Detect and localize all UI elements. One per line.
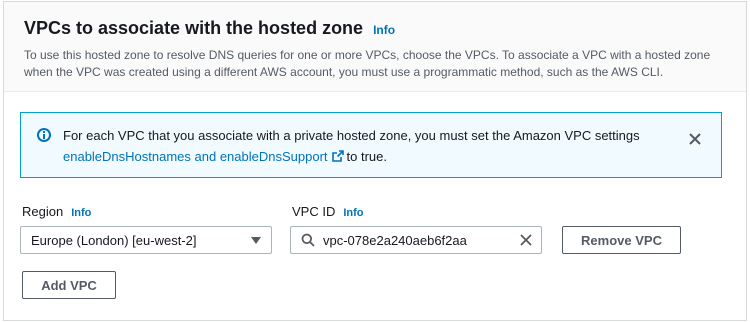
vpc-id-value: vpc-078e2a240aeb6f2aa bbox=[323, 232, 467, 248]
region-info-link[interactable]: Info bbox=[71, 207, 91, 219]
title-row: VPCs to associate with the hosted zone I… bbox=[24, 18, 726, 39]
section-description: To use this hosted zone to resolve DNS q… bbox=[24, 48, 711, 79]
vpc-info-link[interactable]: Info bbox=[343, 207, 363, 219]
panel-header: VPCs to associate with the hosted zone I… bbox=[4, 2, 746, 92]
region-label-row: Region Info bbox=[22, 204, 91, 219]
remove-vpc-button[interactable]: Remove VPC bbox=[562, 226, 681, 254]
alert-docs-link[interactable]: enableDnsHostnames and enableDnsSupport bbox=[63, 149, 347, 164]
alert-text-after: to true. bbox=[346, 149, 387, 164]
info-icon bbox=[37, 128, 51, 142]
caret-down-icon bbox=[251, 237, 261, 244]
search-icon bbox=[301, 233, 315, 247]
vpc-id-label: VPC ID bbox=[292, 204, 336, 219]
clear-icon[interactable] bbox=[519, 233, 533, 247]
add-vpc-button[interactable]: Add VPC bbox=[22, 271, 116, 299]
region-select[interactable]: Europe (London) [eu-west-2] bbox=[20, 226, 272, 254]
section-title: VPCs to associate with the hosted zone bbox=[24, 18, 364, 38]
region-selected-value: Europe (London) [eu-west-2] bbox=[31, 232, 197, 248]
vpc-id-input[interactable]: vpc-078e2a240aeb6f2aa bbox=[290, 226, 542, 254]
vpc-label-row: VPC ID Info bbox=[292, 204, 364, 219]
close-icon[interactable] bbox=[687, 131, 703, 147]
alert-text-before: For each VPC that you associate with a p… bbox=[63, 128, 640, 143]
region-label: Region bbox=[22, 204, 64, 219]
external-link-icon bbox=[331, 150, 344, 162]
title-info-link[interactable]: Info bbox=[373, 23, 395, 37]
info-alert: For each VPC that you associate with a p… bbox=[20, 112, 722, 178]
alert-text: For each VPC that you associate with a p… bbox=[63, 125, 663, 167]
alert-link-label: enableDnsHostnames and enableDnsSupport bbox=[63, 149, 328, 164]
